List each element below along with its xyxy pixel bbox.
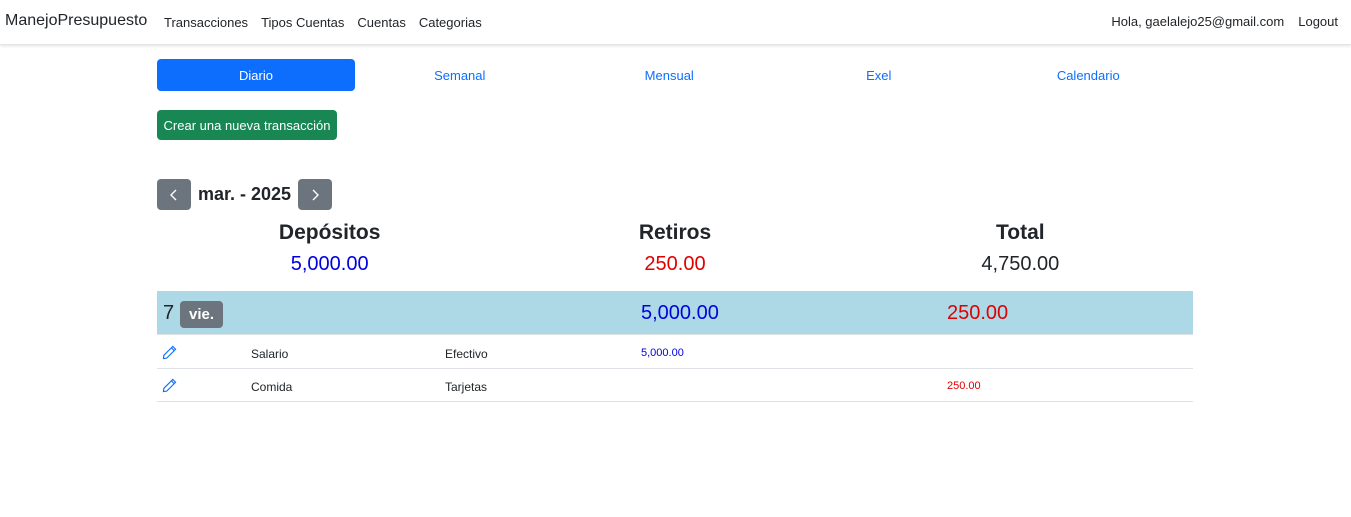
previous-month-button[interactable] [157, 179, 191, 210]
brand-link[interactable]: ManejoPresupuesto [5, 12, 147, 30]
withdrawals-summary: Retiros 250.00 [502, 220, 847, 277]
transaction-row: Comida Tarjetas 250.00 [157, 369, 1193, 402]
next-month-button[interactable] [298, 179, 333, 210]
transaction-withdrawal: 250.00 [947, 380, 981, 392]
day-withdrawals: 250.00 [947, 302, 1009, 324]
tab-mensual[interactable]: Mensual [565, 59, 775, 91]
nav-link-cuentas[interactable]: Cuentas [357, 15, 405, 30]
deposits-summary: Depósitos 5,000.00 [157, 220, 502, 277]
top-navbar: ManejoPresupuesto Transacciones Tipos Cu… [0, 0, 1351, 45]
day-header-row: 7 vie. 5,000.00 250.00 [157, 291, 1193, 335]
tab-semanal[interactable]: Semanal [355, 59, 565, 91]
deposits-heading: Depósitos [278, 221, 381, 244]
nav-user-area: Hola, gaelalejo25@gmail.com Logout [1111, 14, 1338, 29]
withdrawals-heading: Retiros [638, 221, 712, 244]
user-greeting[interactable]: Hola, gaelalejo25@gmail.com [1111, 14, 1284, 29]
tab-calendario[interactable]: Calendario [984, 59, 1194, 91]
nav-links: Transacciones Tipos Cuentas Cuentas Cate… [164, 15, 482, 30]
tab-diario[interactable]: Diario [157, 59, 355, 91]
logout-link[interactable]: Logout [1298, 14, 1338, 29]
monthly-summary: Depósitos 5,000.00 Retiros 250.00 Total … [157, 220, 1193, 277]
transaction-row: Salario Efectivo 5,000.00 [157, 336, 1193, 369]
pencil-icon[interactable] [162, 378, 177, 393]
weekday-badge: vie. [180, 301, 224, 328]
chevron-left-icon [170, 189, 177, 200]
view-tabs: Diario Semanal Mensual Exel Calendario [157, 59, 1193, 91]
pencil-icon[interactable] [162, 345, 177, 360]
tab-exel[interactable]: Exel [774, 59, 984, 91]
deposits-total: 5,000.00 [290, 253, 369, 275]
transaction-deposit: 5,000.00 [641, 347, 684, 359]
withdrawals-total: 250.00 [644, 253, 706, 275]
chevron-right-icon [312, 189, 320, 200]
total-heading: Total [996, 221, 1045, 244]
nav-link-transacciones[interactable]: Transacciones [164, 15, 248, 30]
month-label: mar. - 2025 [198, 184, 292, 204]
total-value: 4,750.00 [981, 253, 1060, 275]
nav-link-categorias[interactable]: Categorias [419, 15, 482, 30]
total-summary: Total 4,750.00 [848, 220, 1193, 277]
transaction-category: Salario [251, 347, 289, 361]
nav-link-tipos-cuentas[interactable]: Tipos Cuentas [261, 15, 344, 30]
transaction-account: Tarjetas [445, 380, 488, 394]
new-transaction-button[interactable]: Crear una nueva transacción [157, 110, 337, 140]
transaction-account: Efectivo [445, 347, 488, 361]
day-deposits: 5,000.00 [641, 302, 719, 324]
transaction-category: Comida [251, 380, 293, 394]
month-navigator: mar. - 2025 [157, 179, 333, 210]
day-number: 7 [163, 302, 175, 324]
